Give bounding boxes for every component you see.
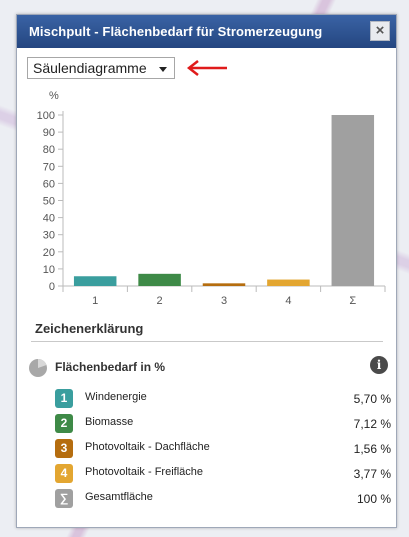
legend-row-value: 3,77 % (353, 467, 391, 481)
y-tick-label: 90 (43, 127, 55, 139)
x-axis: 1 2 3 4 Σ (62, 285, 386, 307)
bars (73, 115, 375, 286)
bar-4 (267, 279, 310, 286)
legend-row-label: Photovoltaik - Freifläche (85, 466, 203, 478)
legend-row-value: 7,12 % (353, 417, 391, 431)
legend-badge: 1 (55, 389, 73, 408)
legend-badge: 4 (55, 464, 73, 483)
y-tick-label: 80 (43, 144, 55, 156)
legend-badge: 3 (55, 439, 73, 458)
x-tick-label: Σ (349, 295, 356, 307)
y-axis-label: % (49, 90, 59, 102)
bar-1 (73, 276, 117, 286)
legend-badge: ∑ (55, 489, 73, 508)
legend-row-label: Windenergie (85, 391, 147, 403)
legend-row-pv-dach: 3 Photovoltaik - Dachfläche 1,56 % (55, 439, 395, 459)
bar-2 (138, 273, 181, 286)
x-tick-label: 2 (157, 295, 163, 307)
legend-row-pv-frei: 4 Photovoltaik - Freifläche 3,77 % (55, 464, 395, 484)
dialog-title: Mischpult - Flächenbedarf für Stromerzeu… (29, 24, 323, 39)
y-tick-label: 70 (43, 161, 55, 173)
y-tick-label: 40 (43, 213, 55, 225)
pie-chart-icon (29, 359, 47, 377)
y-tick-label: 30 (43, 230, 55, 242)
legend-badge: 2 (55, 414, 73, 433)
legend-divider (31, 341, 383, 342)
y-tick-label: 60 (43, 178, 55, 190)
y-tick-label: 0 (49, 281, 55, 293)
red-arrow-icon (186, 60, 227, 76)
y-tick-label: 50 (43, 196, 55, 208)
y-tick-label: 100 (37, 110, 55, 122)
close-button[interactable]: × (370, 21, 390, 41)
bar-Σ (331, 115, 375, 286)
y-tick-label: 10 (43, 264, 55, 276)
legend-row-label: Biomasse (85, 416, 134, 428)
y-tick-label: 20 (43, 247, 55, 259)
x-tick-label: 4 (285, 295, 291, 307)
info-icon[interactable]: i (370, 356, 388, 374)
mixer-dialog: Mischpult - Flächenbedarf für Stromerzeu… (16, 14, 397, 528)
bar-chart: % 0 10 20 30 40 50 60 70 80 90 100 1 2 3 4 Σ (37, 90, 386, 307)
y-axis: % 0 10 20 30 40 50 60 70 80 90 100 (37, 90, 64, 293)
x-tick-label: 3 (221, 295, 227, 307)
legend-row-label: Gesamtfläche (85, 491, 153, 503)
legend-row-label: Photovoltaik - Dachfläche (85, 441, 210, 453)
dialog-titlebar[interactable]: Mischpult - Flächenbedarf für Stromerzeu… (17, 15, 396, 48)
legend-title: Flächenbedarf in % (55, 360, 166, 374)
legend-row-value: 5,70 % (353, 392, 391, 406)
legend-row-value: 100 % (356, 492, 391, 506)
chevron-down-icon (159, 67, 167, 72)
chart-type-select-value: Säulendiagramme (33, 60, 147, 76)
legend-row-gesamt: ∑ Gesamtfläche 100 % (55, 489, 395, 509)
chart-type-select[interactable]: Säulendiagramme (27, 57, 175, 79)
legend-heading: Zeichenerklärung (35, 321, 144, 336)
legend-row-biomasse: 2 Biomasse 7,12 % (55, 414, 395, 434)
legend-row-value: 1,56 % (353, 442, 391, 456)
x-tick-label: 1 (92, 295, 98, 307)
bar-3 (202, 283, 246, 286)
legend-row-windenergie: 1 Windenergie 5,70 % (55, 389, 395, 409)
